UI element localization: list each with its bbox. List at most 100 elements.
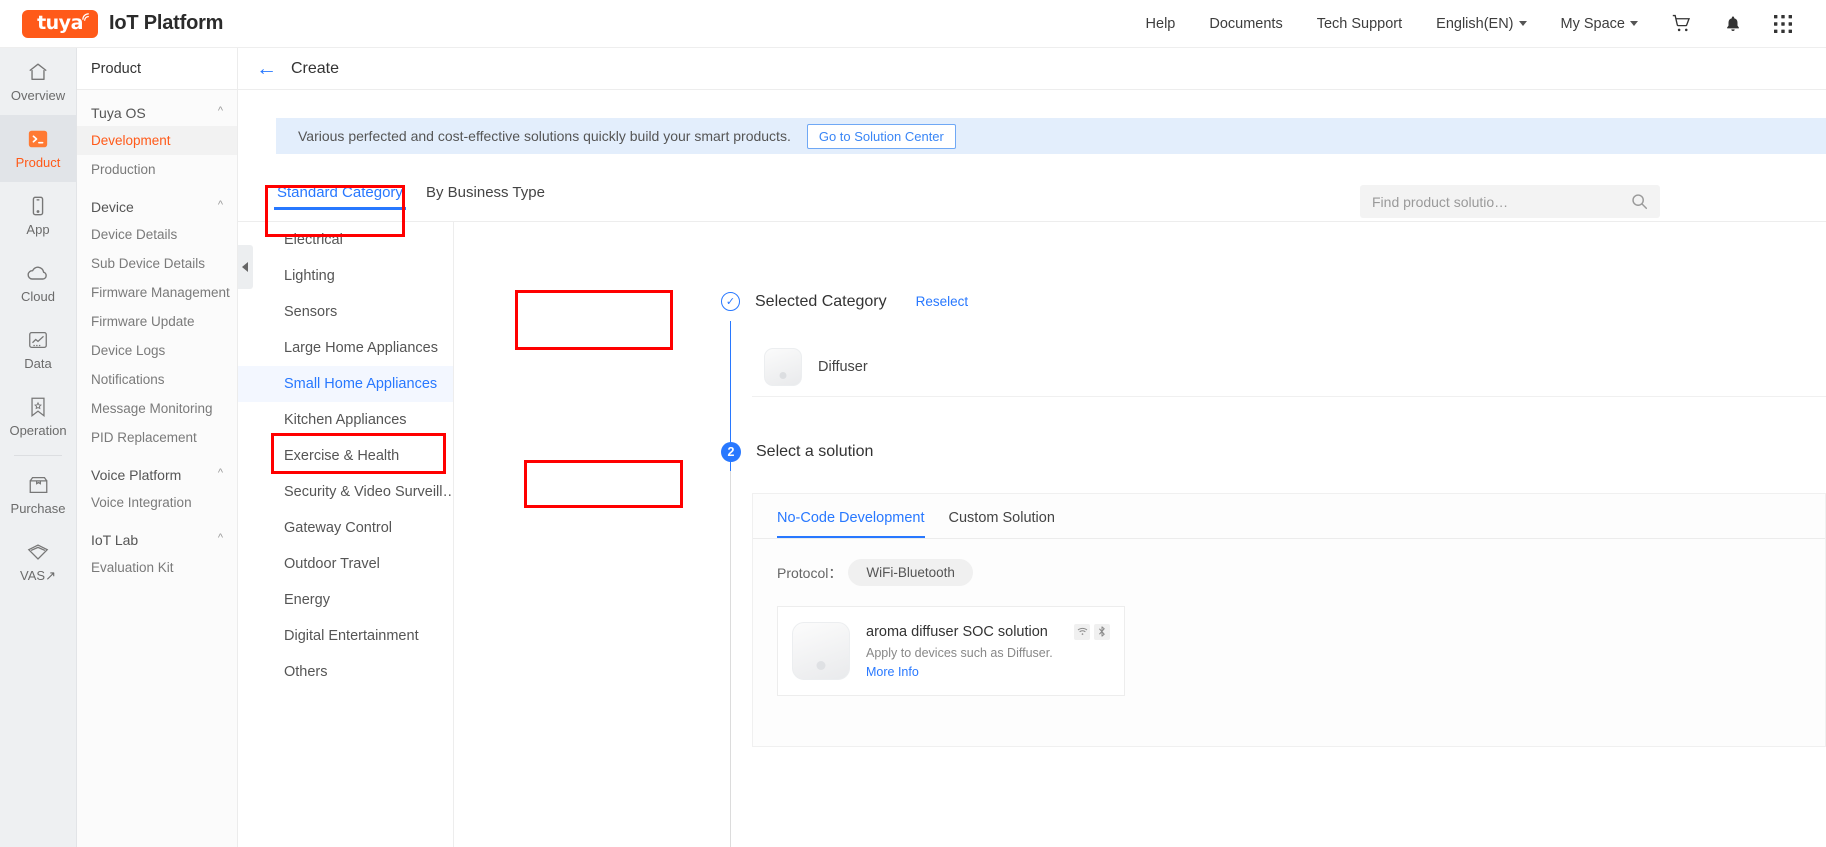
step-selected-category: ✓ Selected Category Reselect <box>721 292 968 311</box>
step-select-solution: 2 Select a solution <box>721 442 873 462</box>
sidebar-item-sub-device-details[interactable]: Sub Device Details <box>77 249 237 278</box>
rail-label-app: App <box>26 222 50 237</box>
sidebar-item-firmware-management[interactable]: Firmware Management <box>77 278 237 307</box>
rail-item-purchase[interactable]: Purchase <box>0 461 76 528</box>
sidebar-group-device[interactable]: Device ^ <box>77 184 237 220</box>
home-icon <box>27 60 49 84</box>
step-connector-inactive <box>730 471 731 847</box>
category-item-security-video-surveillance[interactable]: Security & Video Surveill… <box>238 474 453 510</box>
chevron-up-icon: ^ <box>217 532 223 544</box>
sidebar-group-iot-lab[interactable]: IoT Lab ^ <box>77 517 237 553</box>
rail-item-data[interactable]: Data <box>0 316 76 383</box>
sidebar-group-tuya-os[interactable]: Tuya OS ^ <box>77 90 237 126</box>
search-box[interactable] <box>1360 185 1660 218</box>
nav-tech-support[interactable]: Tech Support <box>1300 0 1419 48</box>
chevron-down-icon <box>1630 21 1638 27</box>
category-item-large-home-appliances[interactable]: Large Home Appliances <box>238 330 453 366</box>
reselect-link[interactable]: Reselect <box>916 294 969 309</box>
rail-label-purchase: Purchase <box>10 501 66 516</box>
tab-custom-solution[interactable]: Custom Solution <box>949 494 1055 538</box>
check-circle-icon: ✓ <box>721 292 740 311</box>
sidebar-item-message-monitoring[interactable]: Message Monitoring <box>77 394 237 423</box>
promo-banner: Various perfected and cost-effective sol… <box>276 118 1826 154</box>
brand-logo[interactable]: tuya IoT Platform <box>0 9 223 38</box>
sidebar-item-notifications[interactable]: Notifications <box>77 365 237 394</box>
sidebar-item-pid-replacement[interactable]: PID Replacement <box>77 423 237 452</box>
rail-label-cloud: Cloud <box>21 289 55 304</box>
sidebar-item-device-logs[interactable]: Device Logs <box>77 336 237 365</box>
back-arrow-icon[interactable]: ← <box>256 58 277 79</box>
sidebar-item-device-details[interactable]: Device Details <box>77 220 237 249</box>
rail-item-cloud[interactable]: Cloud <box>0 249 76 316</box>
tab-no-code-development[interactable]: No-Code Development <box>777 494 925 538</box>
category-item-exercise-health[interactable]: Exercise & Health <box>238 438 453 474</box>
category-item-outdoor-travel[interactable]: Outdoor Travel <box>238 546 453 582</box>
nav-documents[interactable]: Documents <box>1192 0 1299 48</box>
rail-divider <box>14 455 62 456</box>
selected-product-chip[interactable]: Diffuser <box>752 347 868 386</box>
rail-label-product: Product <box>15 155 61 170</box>
solution-title: aroma diffuser SOC solution <box>866 623 1048 640</box>
page-title: Create <box>291 59 340 77</box>
rail-label-data: Data <box>24 356 52 371</box>
cart-icon[interactable] <box>1655 0 1708 48</box>
primary-icon-rail: Overview Product App Cloud Data Operatio… <box>0 48 77 847</box>
chevron-down-icon <box>1518 21 1527 27</box>
go-to-solution-center-button[interactable]: Go to Solution Center <box>806 123 956 149</box>
category-item-energy[interactable]: Energy <box>238 582 453 618</box>
rail-item-overview[interactable]: Overview <box>0 48 76 115</box>
category-list: Electrical Lighting Sensors Large Home A… <box>238 222 454 847</box>
tab-standard-category[interactable]: Standard Category <box>274 184 406 210</box>
main-content: ← Create Various perfected and cost-effe… <box>238 48 1826 847</box>
apps-grid-icon[interactable] <box>1758 0 1808 48</box>
sidebar-group-label: IoT Lab <box>91 532 139 548</box>
rail-label-vas: VAS↗ <box>20 568 56 584</box>
tab-by-business-type[interactable]: By Business Type <box>426 184 545 210</box>
sidebar-item-production[interactable]: Production <box>77 155 237 184</box>
sidebar-item-voice-integration[interactable]: Voice Integration <box>77 488 237 517</box>
nav-my-space[interactable]: My Space <box>1544 0 1655 48</box>
search-input[interactable] <box>1372 193 1622 210</box>
category-item-others[interactable]: Others <box>238 654 453 690</box>
category-item-small-home-appliances[interactable]: Small Home Appliances <box>238 366 453 402</box>
category-item-electrical[interactable]: Electrical <box>238 222 453 258</box>
step1-label: Selected Category <box>755 292 887 310</box>
nav-help[interactable]: Help <box>1129 0 1193 48</box>
chevron-left-icon <box>242 262 248 272</box>
rail-item-vas[interactable]: VAS↗ <box>0 528 76 595</box>
promo-banner-text: Various perfected and cost-effective sol… <box>298 128 791 144</box>
solution-thumbnail-icon <box>792 622 850 680</box>
sidebar-collapse-handle[interactable] <box>238 245 253 289</box>
terminal-icon <box>27 127 49 151</box>
sidebar-item-firmware-update[interactable]: Firmware Update <box>77 307 237 336</box>
rail-item-product[interactable]: Product <box>0 115 76 182</box>
rail-item-app[interactable]: App <box>0 182 76 249</box>
category-item-sensors[interactable]: Sensors <box>238 294 453 330</box>
chart-icon <box>27 328 49 352</box>
solution-title-row: aroma diffuser SOC solution <box>866 623 1110 640</box>
rail-label-operation: Operation <box>9 423 67 438</box>
tuya-logo-mark: tuya <box>22 9 98 38</box>
sidebar-item-development[interactable]: Development <box>77 126 237 155</box>
category-item-lighting[interactable]: Lighting <box>238 258 453 294</box>
more-info-link[interactable]: More Info <box>866 665 1110 679</box>
rail-item-operation[interactable]: Operation <box>0 383 76 450</box>
category-item-digital-entertainment[interactable]: Digital Entertainment <box>238 618 453 654</box>
sidebar-item-evaluation-kit[interactable]: Evaluation Kit <box>77 553 237 582</box>
bell-icon[interactable] <box>1708 0 1758 48</box>
protocol-option-wifi-bluetooth[interactable]: WiFi-Bluetooth <box>848 559 973 586</box>
search-icon[interactable] <box>1631 193 1648 210</box>
category-item-kitchen-appliances[interactable]: Kitchen Appliances <box>238 402 453 438</box>
bookmark-star-icon <box>28 395 48 419</box>
wifi-icon <box>1074 623 1090 640</box>
nav-language[interactable]: English(EN) <box>1419 0 1543 48</box>
protocol-label: Protocol： <box>777 564 843 581</box>
protocol-row: Protocol： WiFi-Bluetooth <box>753 539 1825 586</box>
sidebar-group-voice-platform[interactable]: Voice Platform ^ <box>77 452 237 488</box>
cloud-icon <box>26 261 50 285</box>
sidebar-title: Product <box>77 48 237 90</box>
category-item-gateway-control[interactable]: Gateway Control <box>238 510 453 546</box>
solution-card-item[interactable]: aroma diffuser SOC solution Apply to dev… <box>777 606 1125 696</box>
phone-icon <box>27 194 49 218</box>
solution-badges <box>1074 623 1110 640</box>
